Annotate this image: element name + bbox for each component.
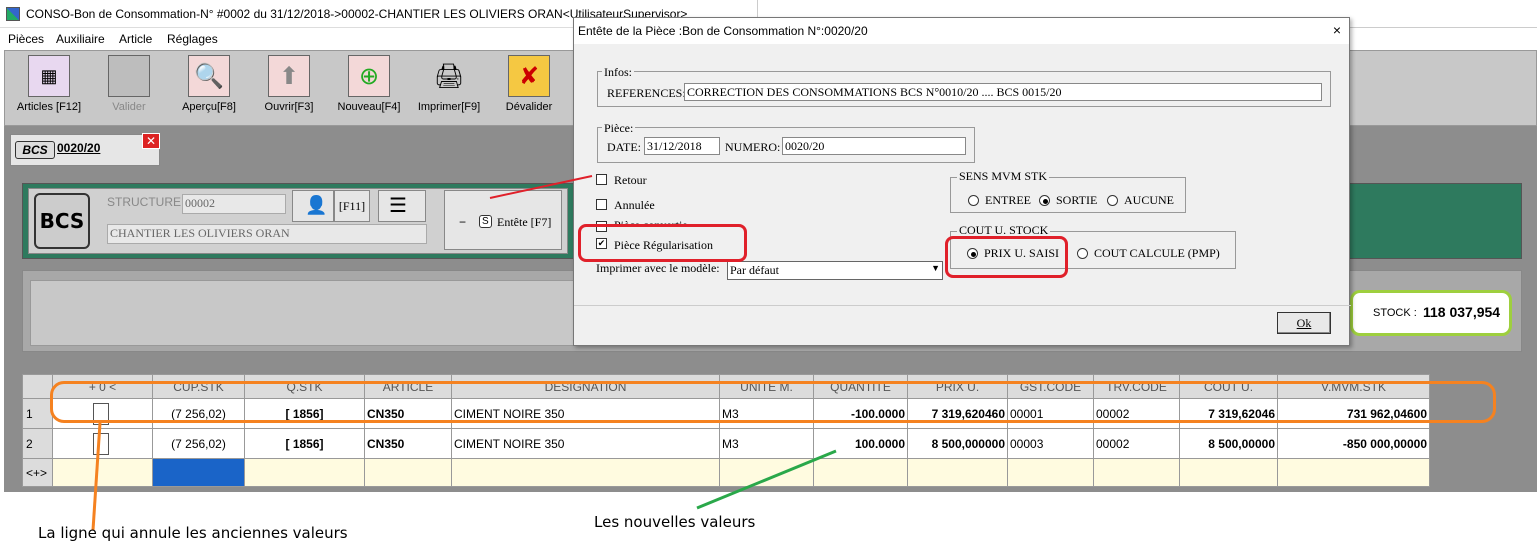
red-arrow-line — [489, 175, 593, 199]
orange-arrow-line — [91, 422, 102, 531]
left-annotation-note: La ligne qui annule les anciennes valeur… — [38, 524, 348, 542]
right-annotation-note: Les nouvelles valeurs — [594, 513, 756, 531]
annotation-arrows — [91, 175, 837, 531]
green-arrow-line — [696, 449, 837, 510]
